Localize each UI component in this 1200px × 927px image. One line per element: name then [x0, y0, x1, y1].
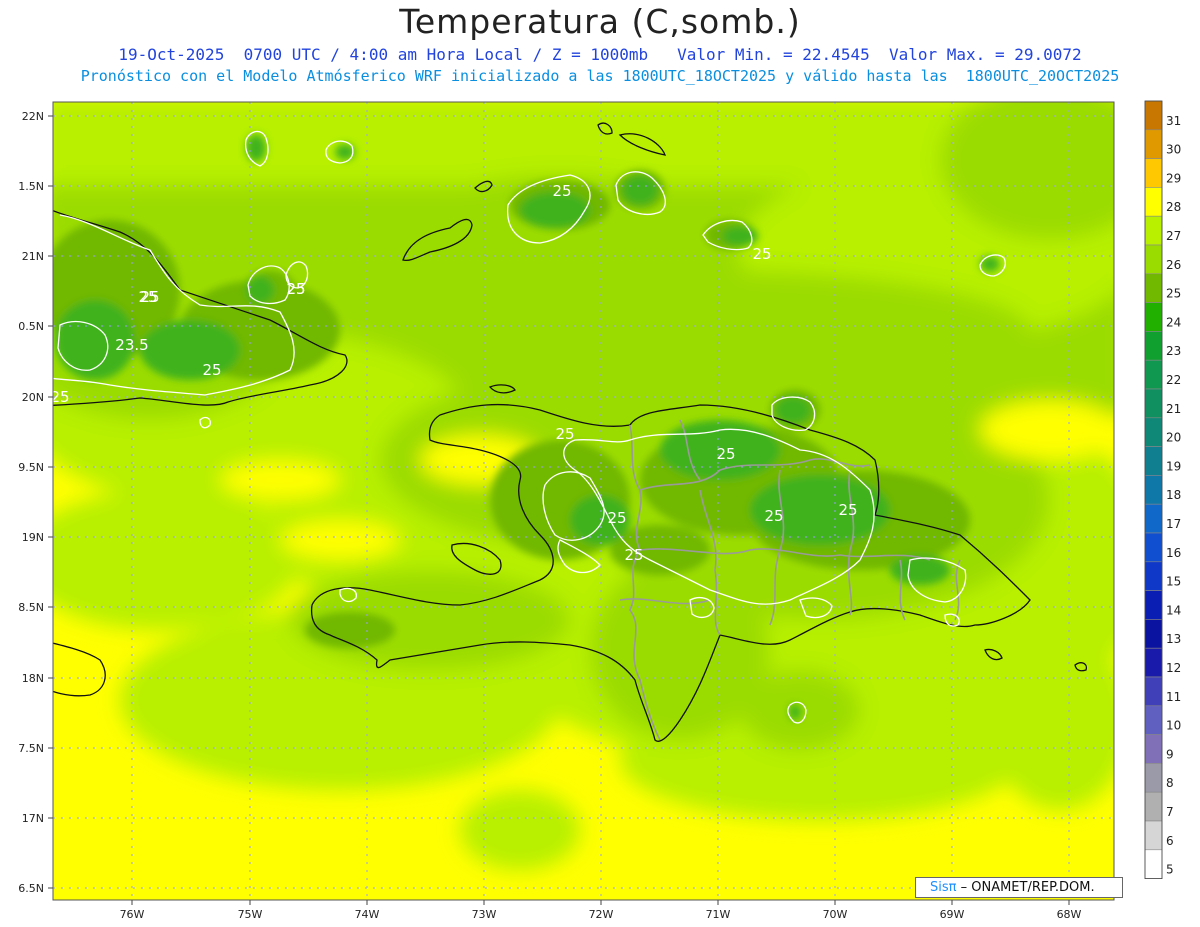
contour-label: 25 [607, 509, 626, 527]
colorbar-label: 10 [1166, 719, 1181, 733]
colorbar-swatch [1144, 676, 1163, 707]
credit-text: – ONAMET/REP.DOM. [956, 880, 1095, 895]
colorbar-swatch [1144, 647, 1163, 678]
colorbar-label: 26 [1166, 258, 1181, 272]
colorbar-swatch [1144, 590, 1163, 620]
contour-label: 25 [555, 425, 574, 443]
colorbar-swatch [1144, 734, 1163, 764]
lat-label: 19N [22, 531, 44, 544]
colorbar-label: 28 [1166, 200, 1181, 214]
subtitle-valid-time: 19-Oct-2025 0700 UTC / 4:00 am Hora Loca… [118, 45, 1082, 64]
colorbar-swatch [1144, 705, 1163, 735]
contour-label: 25 [752, 245, 771, 263]
colorbar-swatch [1144, 475, 1163, 505]
forecast-map: 25 25252523.52525252525 25252525 25 22N1.5N… [18, 100, 1181, 921]
colorbar-swatch [1144, 849, 1163, 879]
colorbar-label: 29 [1166, 171, 1181, 185]
contour-label: 25 [286, 280, 305, 298]
colorbar-label: 14 [1166, 603, 1181, 617]
latitude-axis: 22N 1.5N 21N 0.5N 20N 9.5N 19N 8.5N 18N 7.5N 17N 6.… [18, 110, 53, 895]
colorbar-label: 5 [1166, 863, 1174, 877]
contour-label: 23.5 [115, 336, 148, 354]
colorbar-swatch [1144, 561, 1163, 591]
colorbar-swatch [1144, 273, 1163, 303]
lon-label: 76W [120, 908, 145, 921]
colorbar-label: 11 [1166, 690, 1181, 704]
colorbar-label: 31 [1166, 114, 1181, 128]
lat-label: 17N [22, 812, 44, 825]
colorbar-label: 19 [1166, 459, 1181, 473]
lat-label: 8.5N [18, 601, 44, 614]
lon-label: 69W [940, 908, 965, 921]
colorbar-swatch [1144, 302, 1163, 332]
colorbar-label: 24 [1166, 315, 1181, 329]
lat-label: 21N [22, 250, 44, 263]
colorbar-swatch [1144, 820, 1163, 851]
contour-label: 25 [140, 288, 159, 306]
lat-label: 7.5N [18, 742, 44, 755]
lon-label: 68W [1057, 908, 1082, 921]
colorbar-swatch [1144, 187, 1163, 217]
colorbar-swatch [1144, 532, 1163, 563]
credit-box: Sisπ – ONAMET/REP.DOM. [915, 877, 1123, 898]
lat-label: 18N [22, 672, 44, 685]
contour-label: 25 [838, 501, 857, 519]
colorbar-label: 17 [1166, 517, 1181, 531]
colorbar-swatch [1144, 331, 1163, 361]
colorbar-swatch [1144, 244, 1163, 275]
lat-label: 20N [22, 391, 44, 404]
contour-label: 25 [552, 182, 571, 200]
colorbar-label: 16 [1166, 546, 1181, 560]
colorbar-label: 13 [1166, 632, 1181, 646]
colorbar-swatch [1144, 763, 1163, 793]
lon-label: 72W [589, 908, 614, 921]
colorbar-swatch [1144, 503, 1163, 534]
lat-label: 9.5N [18, 461, 44, 474]
colorbar-swatch [1144, 388, 1163, 419]
colorbar-label: 23 [1166, 344, 1181, 358]
lat-label: 1.5N [18, 180, 44, 193]
contour-label: 25 [624, 546, 643, 564]
colorbar-label: 7 [1166, 805, 1174, 819]
colorbar-swatch [1144, 100, 1163, 131]
lon-label: 75W [238, 908, 263, 921]
lon-label: 70W [823, 908, 848, 921]
colorbar-label: 12 [1166, 661, 1181, 675]
contour-label: 25 [716, 445, 735, 463]
lat-label: 22N [22, 110, 44, 123]
chart-title: Temperatura (C,somb.) [399, 2, 801, 41]
subtitle-model-run: Pronóstico con el Modelo Atmósferico WRF… [80, 67, 1120, 85]
colorbar-swatch [1144, 158, 1163, 188]
colorbar-label: 30 [1166, 143, 1181, 157]
lon-label: 74W [355, 908, 380, 921]
colorbar-swatch [1144, 446, 1163, 476]
colorbar-label: 9 [1166, 747, 1174, 761]
longitude-axis: 76W 75W 74W 73W 72W 71W 70W 69W 68W [120, 900, 1082, 921]
lon-label: 73W [472, 908, 497, 921]
colorbar-label: 18 [1166, 488, 1181, 502]
map-frame: 25 25252523.52525252525 25252525 25 [53, 102, 1114, 900]
colorbar-swatch [1144, 619, 1163, 649]
lat-label: 6.5N [18, 882, 44, 895]
contour-label: 25 [764, 507, 783, 525]
colorbar-swatch [1144, 791, 1163, 822]
colorbar-swatch [1144, 129, 1163, 159]
colorbar-swatch [1144, 359, 1163, 390]
colorbar-label: 25 [1166, 287, 1181, 301]
colorbar-label: 6 [1166, 834, 1174, 848]
lat-label: 0.5N [18, 320, 44, 333]
colorbar-label: 27 [1166, 229, 1181, 243]
contour-label: 25 [202, 361, 221, 379]
colorbar-label: 22 [1166, 373, 1181, 387]
colorbar-swatch [1144, 215, 1163, 246]
colorbar-label: 21 [1166, 402, 1181, 416]
colorbar-label: 8 [1166, 776, 1174, 790]
lon-label: 71W [706, 908, 731, 921]
sispi-logo: Sisπ [930, 880, 957, 895]
colorbar-label: 15 [1166, 575, 1181, 589]
colorbar-label: 20 [1166, 431, 1181, 445]
colorbar: 31 30 29 28 27 26 25 24 23 22 21 20 19 18 17 16 15 14 13 12… [1144, 100, 1181, 879]
colorbar-swatch [1144, 417, 1163, 447]
